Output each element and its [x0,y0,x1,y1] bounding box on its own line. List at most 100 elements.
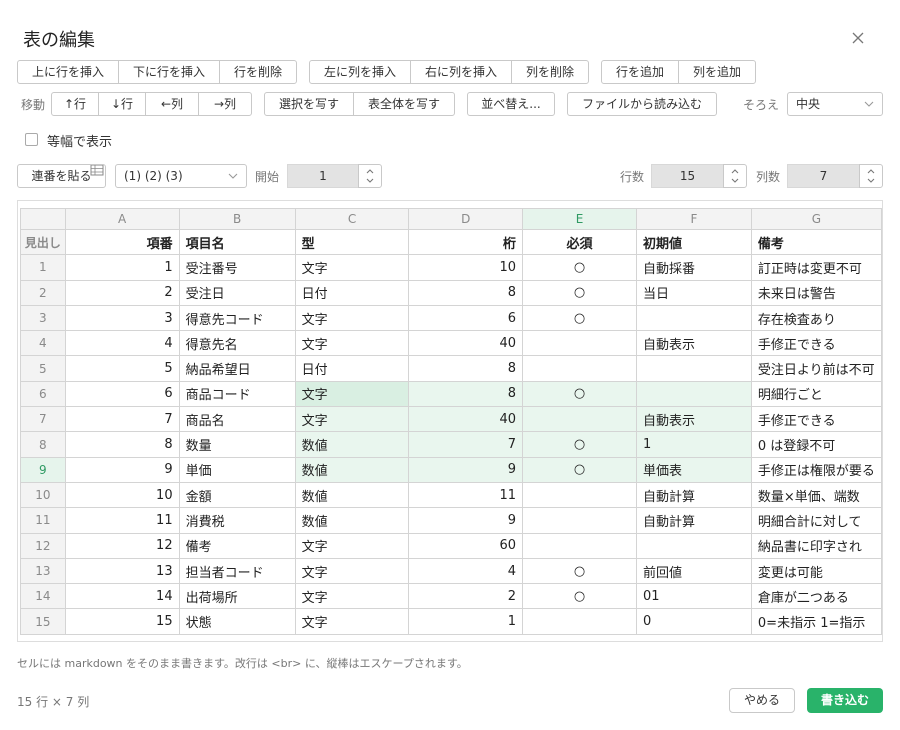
table-cell[interactable]: 4 [64,330,180,357]
table-cell[interactable]: ○ [522,431,637,458]
table-cell[interactable]: 商品コード [178,380,296,408]
row-number[interactable]: 7 [20,406,66,433]
table-cell[interactable]: 5 [64,355,180,382]
header-cell[interactable]: 初期値 [635,228,752,256]
add-row-button[interactable]: 行を追加 [602,61,679,83]
close-icon[interactable] [848,28,868,48]
column-letter-g[interactable]: G [750,208,882,230]
table-cell[interactable]: 単価 [178,456,296,483]
table-cell[interactable]: 11 [408,481,524,509]
table-cell[interactable]: 納品書に印字され [750,532,882,559]
header-cell[interactable]: 桁 [408,228,524,256]
table-cell[interactable]: 出荷場所 [178,583,296,610]
table-cell[interactable]: 40 [408,406,524,433]
table-cell[interactable]: 商品名 [178,406,296,433]
header-cell[interactable]: 型 [294,228,410,256]
table-cell[interactable]: 当日 [635,279,752,306]
table-cell[interactable]: 受注日 [178,279,296,306]
table-cell[interactable]: 手修正は権限が要る [750,456,882,483]
table-cell[interactable]: 状態 [178,608,296,635]
table-cell[interactable]: 文字 [294,583,410,610]
table-cell[interactable]: 8 [408,355,524,382]
corner-cell[interactable] [20,208,66,230]
table-cell[interactable]: ○ [522,380,637,408]
cols-stepper[interactable]: 7 [787,164,883,188]
insert-col-left-button[interactable]: 左に列を挿入 [310,61,411,83]
table-cell[interactable]: 8 [64,431,180,458]
table-cell[interactable]: 0 は登録不可 [750,431,882,458]
table-cell[interactable] [635,380,752,408]
table-cell[interactable]: 日付 [294,279,410,306]
table-cell[interactable] [522,507,637,534]
table-cell[interactable]: 変更は可能 [750,557,882,585]
table-cell[interactable]: 文字 [294,254,410,281]
table-cell[interactable]: ○ [522,279,637,306]
chevron-up-icon[interactable] [730,167,740,175]
insert-col-right-button[interactable]: 右に列を挿入 [411,61,512,83]
table-cell[interactable]: 倉庫が二つある [750,583,882,610]
column-letter-b[interactable]: B [178,208,296,230]
delete-row-button[interactable]: 行を削除 [220,61,296,83]
table-cell[interactable]: 未来日は警告 [750,279,882,306]
import-file-button[interactable]: ファイルから読み込む [567,92,717,116]
chevron-up-icon[interactable] [866,167,876,175]
align-select[interactable]: 中央 [787,92,883,116]
chevron-down-icon[interactable] [730,177,740,185]
table-cell[interactable]: 自動表示 [635,330,752,357]
table-cell[interactable]: 1 [408,608,524,635]
column-letter-d[interactable]: D [408,208,524,230]
table-cell[interactable]: 13 [64,557,180,585]
row-number[interactable]: 15 [20,608,66,635]
move-row-up-button[interactable]: ↑行 [52,93,99,115]
table-cell[interactable]: 訂正時は変更不可 [750,254,882,281]
copy-selection-button[interactable]: 選択を写す [265,93,354,115]
table-cell[interactable]: 数値 [294,456,410,483]
table-cell[interactable]: ○ [522,557,637,585]
header-cell[interactable]: 項目名 [178,228,296,256]
header-cell[interactable]: 必須 [522,228,637,256]
table-cell[interactable]: 数量 [178,431,296,458]
table-cell[interactable]: 手修正できる [750,330,882,357]
table-cell[interactable]: 担当者コード [178,557,296,585]
move-row-down-button[interactable]: ↓行 [99,93,146,115]
chevron-down-icon[interactable] [365,177,375,185]
table-cell[interactable] [522,355,637,382]
rows-stepper[interactable]: 15 [651,164,747,188]
table-cell[interactable]: 文字 [294,304,410,332]
row-number[interactable]: 10 [20,481,66,509]
row-number[interactable]: 5 [20,355,66,382]
insert-row-above-button[interactable]: 上に行を挿入 [18,61,119,83]
table-cell[interactable]: 7 [408,431,524,458]
table-cell[interactable]: 数値 [294,431,410,458]
write-button[interactable]: 書き込む [807,688,883,713]
table-cell[interactable]: 6 [64,380,180,408]
table-cell[interactable]: 文字 [294,406,410,433]
table-cell[interactable]: 手修正できる [750,406,882,433]
table-cell[interactable]: 納品希望日 [178,355,296,382]
start-stepper[interactable]: 1 [287,164,382,188]
table-cell[interactable]: 8 [408,279,524,306]
cols-value[interactable]: 7 [787,164,859,188]
start-value[interactable]: 1 [287,164,358,188]
table-cell[interactable] [522,406,637,433]
row-number[interactable]: 2 [20,279,66,306]
table-cell[interactable]: 0=未指示 1=指示 [750,608,882,635]
table-cell[interactable]: ○ [522,456,637,483]
table-cell[interactable]: 2 [408,583,524,610]
table-cell[interactable]: 消費税 [178,507,296,534]
table-cell[interactable]: 受注番号 [178,254,296,281]
table-cell[interactable]: 備考 [178,532,296,559]
table-cell[interactable]: 11 [64,507,180,534]
row-number[interactable]: 3 [20,304,66,332]
insert-row-below-button[interactable]: 下に行を挿入 [119,61,220,83]
table-cell[interactable]: 受注日より前は不可 [750,355,882,382]
monospace-label[interactable]: 等幅で表示 [47,131,112,150]
table-cell[interactable]: 文字 [294,330,410,357]
table-cell[interactable]: 3 [64,304,180,332]
row-number[interactable]: 6 [20,380,66,408]
table-cell[interactable] [522,330,637,357]
row-number[interactable]: 14 [20,583,66,610]
table-cell[interactable]: 1 [64,254,180,281]
table-cell[interactable]: 明細行ごと [750,380,882,408]
row-number[interactable]: 8 [20,431,66,458]
